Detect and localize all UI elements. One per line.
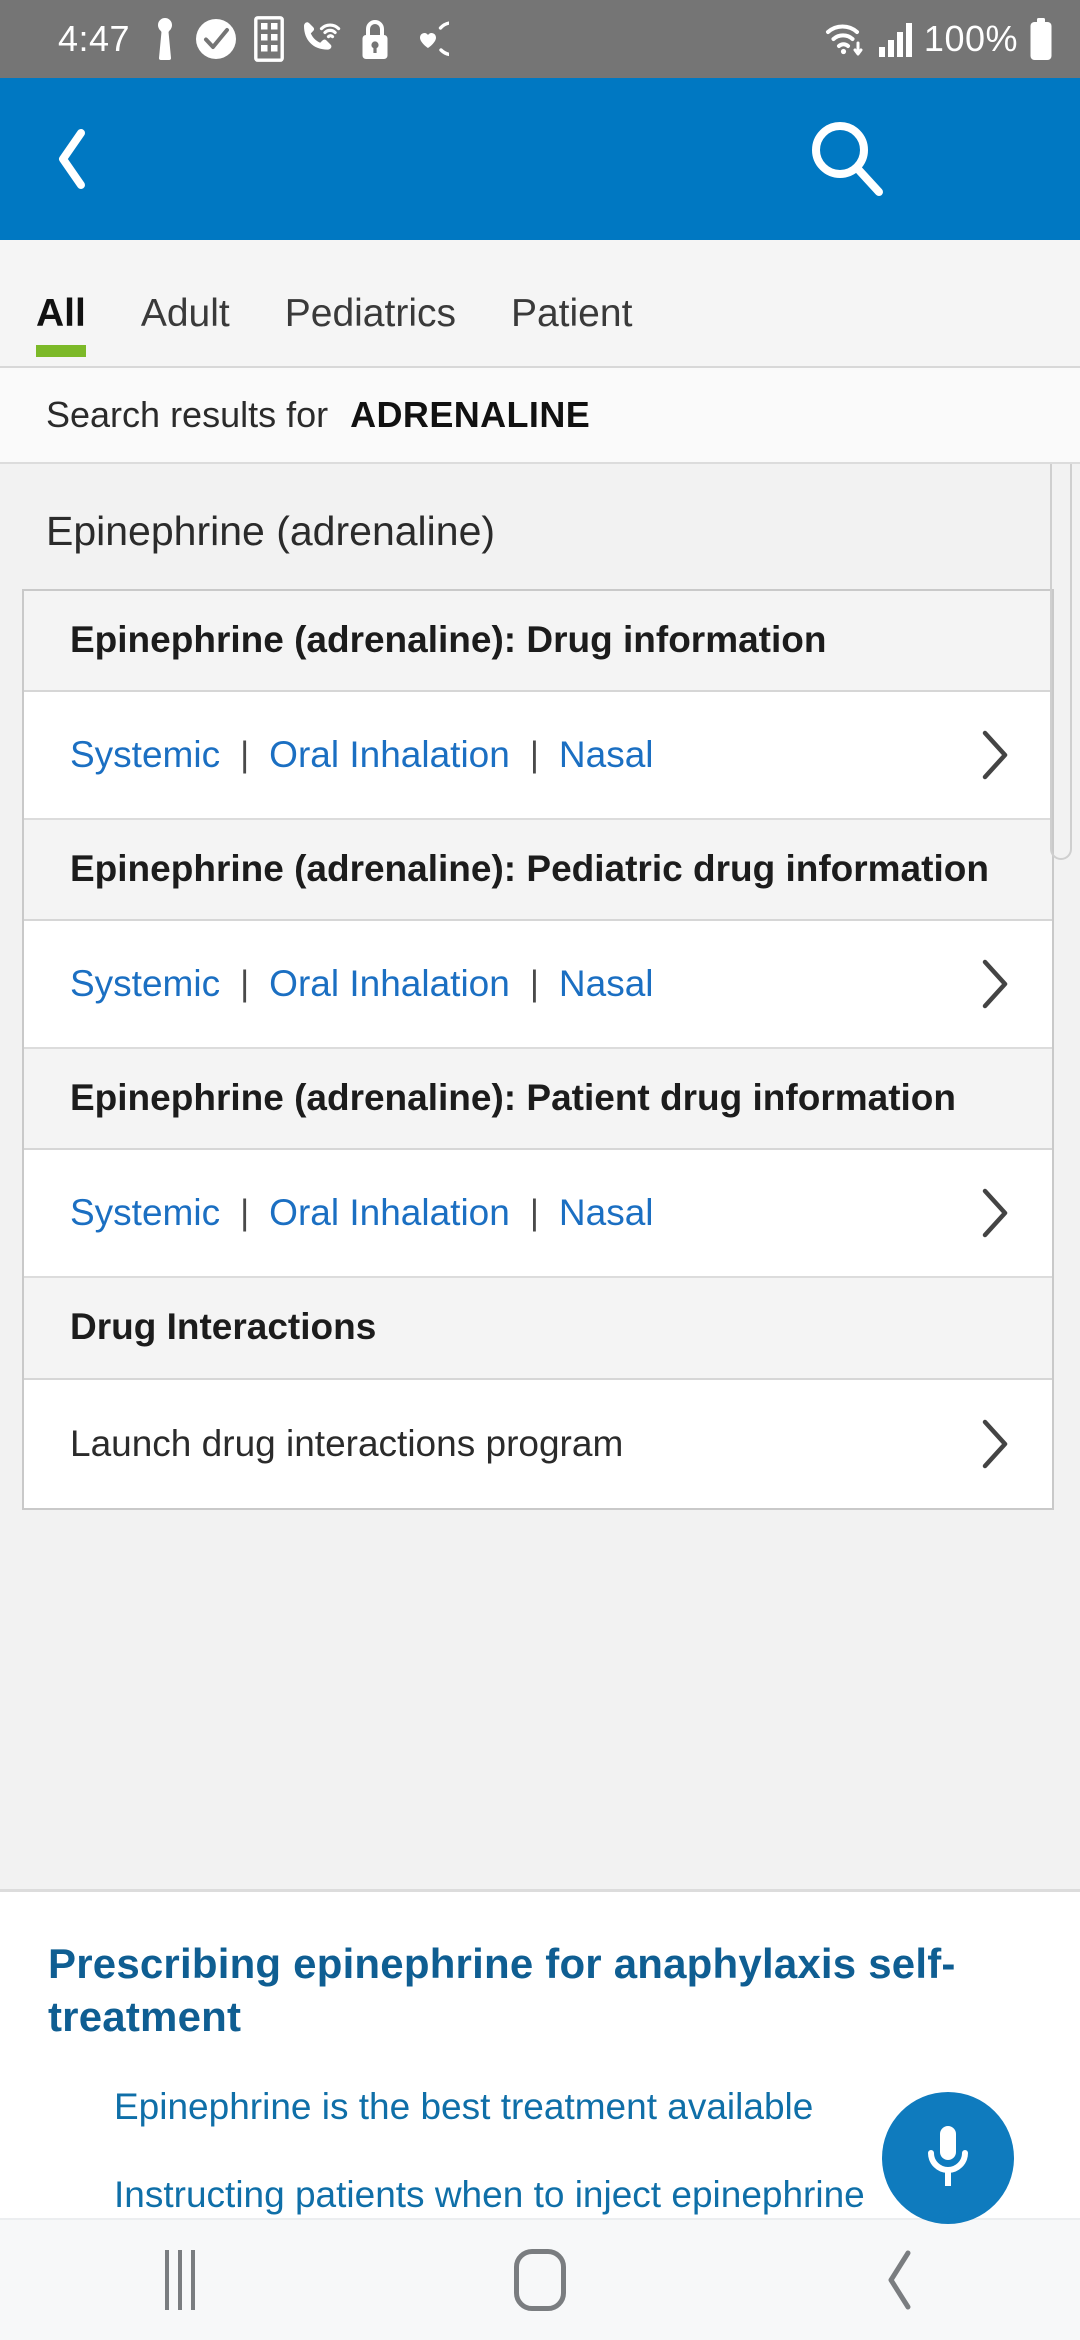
- search-button[interactable]: [804, 116, 890, 202]
- app-bar: [0, 78, 1080, 240]
- related-topics-section: Prescribing epinephrine for anaphylaxis …: [0, 1889, 1080, 2224]
- route-links-drug-information: Systemic | Oral Inhalation | Nasal: [70, 734, 978, 776]
- section-heading-drug-interactions: Drug Interactions: [24, 1278, 1052, 1380]
- link-separator: |: [529, 735, 539, 775]
- status-bar: 4:47 100%: [0, 0, 1080, 78]
- section-heading-pediatric-drug-information: Epinephrine (adrenaline): Pediatric drug…: [24, 820, 1052, 922]
- route-links-pediatric: Systemic | Oral Inhalation | Nasal: [70, 963, 978, 1005]
- check-circle-icon: [196, 19, 237, 59]
- search-results-bar: Search results for ADRENALINE: [0, 368, 1080, 464]
- section-heading-patient-drug-information: Epinephrine (adrenaline): Patient drug i…: [24, 1049, 1052, 1151]
- tab-bar: All Adult Pediatrics Patient: [0, 240, 1080, 368]
- vertical-scrollbar[interactable]: [1050, 464, 1072, 860]
- phone-screen: 4:47 100% All Adult Pediatrics Patient S…: [0, 0, 1080, 2340]
- chevron-left-icon: [59, 129, 85, 189]
- section-heading-drug-information: Epinephrine (adrenaline): Drug informati…: [24, 591, 1052, 693]
- status-bar-clock: 4:47: [58, 18, 131, 59]
- section-row-patient-drug-information[interactable]: Systemic | Oral Inhalation | Nasal: [24, 1150, 1052, 1279]
- nav-home-button[interactable]: [465, 2220, 615, 2340]
- tab-pediatrics[interactable]: Pediatrics: [285, 240, 456, 333]
- nav-back-icon: [888, 2250, 911, 2310]
- recents-icon: [165, 2250, 195, 2310]
- person-icon: [158, 18, 173, 60]
- lock-icon: [362, 20, 388, 59]
- results-card: Epinephrine (adrenaline): Drug informati…: [22, 589, 1054, 1510]
- link-separator: |: [529, 1193, 539, 1233]
- section-row-launch-drug-interactions[interactable]: Launch drug interactions program: [24, 1379, 1052, 1508]
- link-separator: |: [529, 964, 539, 1004]
- status-bar-system-icons: 100%: [822, 17, 1054, 61]
- nav-back-button[interactable]: [825, 2220, 975, 2340]
- voice-search-fab[interactable]: [882, 2092, 1014, 2224]
- section-row-pediatric-drug-information[interactable]: Systemic | Oral Inhalation | Nasal: [24, 921, 1052, 1050]
- link-separator: |: [240, 1193, 250, 1233]
- phone-wifi-icon: [304, 22, 341, 50]
- results-scroll-area[interactable]: Epinephrine (adrenaline) Epinephrine (ad…: [0, 464, 1080, 1890]
- link-separator: |: [240, 964, 250, 1004]
- microphone-icon: [928, 2126, 968, 2186]
- battery-icon: [1030, 18, 1052, 60]
- related-topic-title[interactable]: Prescribing epinephrine for anaphylaxis …: [48, 1938, 1040, 2043]
- launch-drug-interactions-label: Launch drug interactions program: [70, 1422, 624, 1464]
- search-icon: [812, 122, 883, 196]
- heart-sync-icon: [420, 21, 450, 57]
- link-oral-inhalation-1[interactable]: Oral Inhalation: [269, 734, 510, 776]
- chevron-right-icon[interactable]: [978, 1187, 1012, 1239]
- android-nav-bar: [0, 2218, 1080, 2340]
- link-oral-inhalation-3[interactable]: Oral Inhalation: [269, 1192, 510, 1234]
- chevron-right-icon[interactable]: [978, 958, 1012, 1010]
- chevron-right-icon[interactable]: [978, 729, 1012, 781]
- battery-percent-label: 100%: [923, 18, 1018, 59]
- result-group-title: Epinephrine (adrenaline): [0, 464, 1080, 589]
- link-oral-inhalation-2[interactable]: Oral Inhalation: [269, 963, 510, 1005]
- search-results-label: Search results for: [46, 394, 329, 435]
- home-icon: [514, 2249, 566, 2311]
- link-systemic-2[interactable]: Systemic: [70, 963, 220, 1005]
- link-nasal-3[interactable]: Nasal: [559, 1192, 654, 1234]
- link-nasal-1[interactable]: Nasal: [559, 734, 654, 776]
- link-systemic-1[interactable]: Systemic: [70, 734, 220, 776]
- tab-adult[interactable]: Adult: [141, 240, 230, 333]
- link-nasal-2[interactable]: Nasal: [559, 963, 654, 1005]
- wifi-icon: [825, 24, 863, 56]
- section-row-drug-information[interactable]: Systemic | Oral Inhalation | Nasal: [24, 692, 1052, 821]
- link-separator: |: [240, 735, 250, 775]
- search-query-value: ADRENALINE: [350, 394, 591, 435]
- tab-patient[interactable]: Patient: [511, 240, 632, 333]
- link-systemic-3[interactable]: Systemic: [70, 1192, 220, 1234]
- nav-recents-button[interactable]: [105, 2220, 255, 2340]
- back-button[interactable]: [38, 124, 108, 194]
- chevron-right-icon[interactable]: [978, 1418, 1012, 1470]
- menu-button[interactable]: [948, 124, 1034, 194]
- route-links-patient: Systemic | Oral Inhalation | Nasal: [70, 1192, 978, 1234]
- signal-bars-icon: [878, 23, 912, 57]
- tab-all[interactable]: All: [36, 240, 86, 357]
- status-bar-notification-icons: [152, 16, 450, 62]
- calculator-icon: [254, 16, 284, 62]
